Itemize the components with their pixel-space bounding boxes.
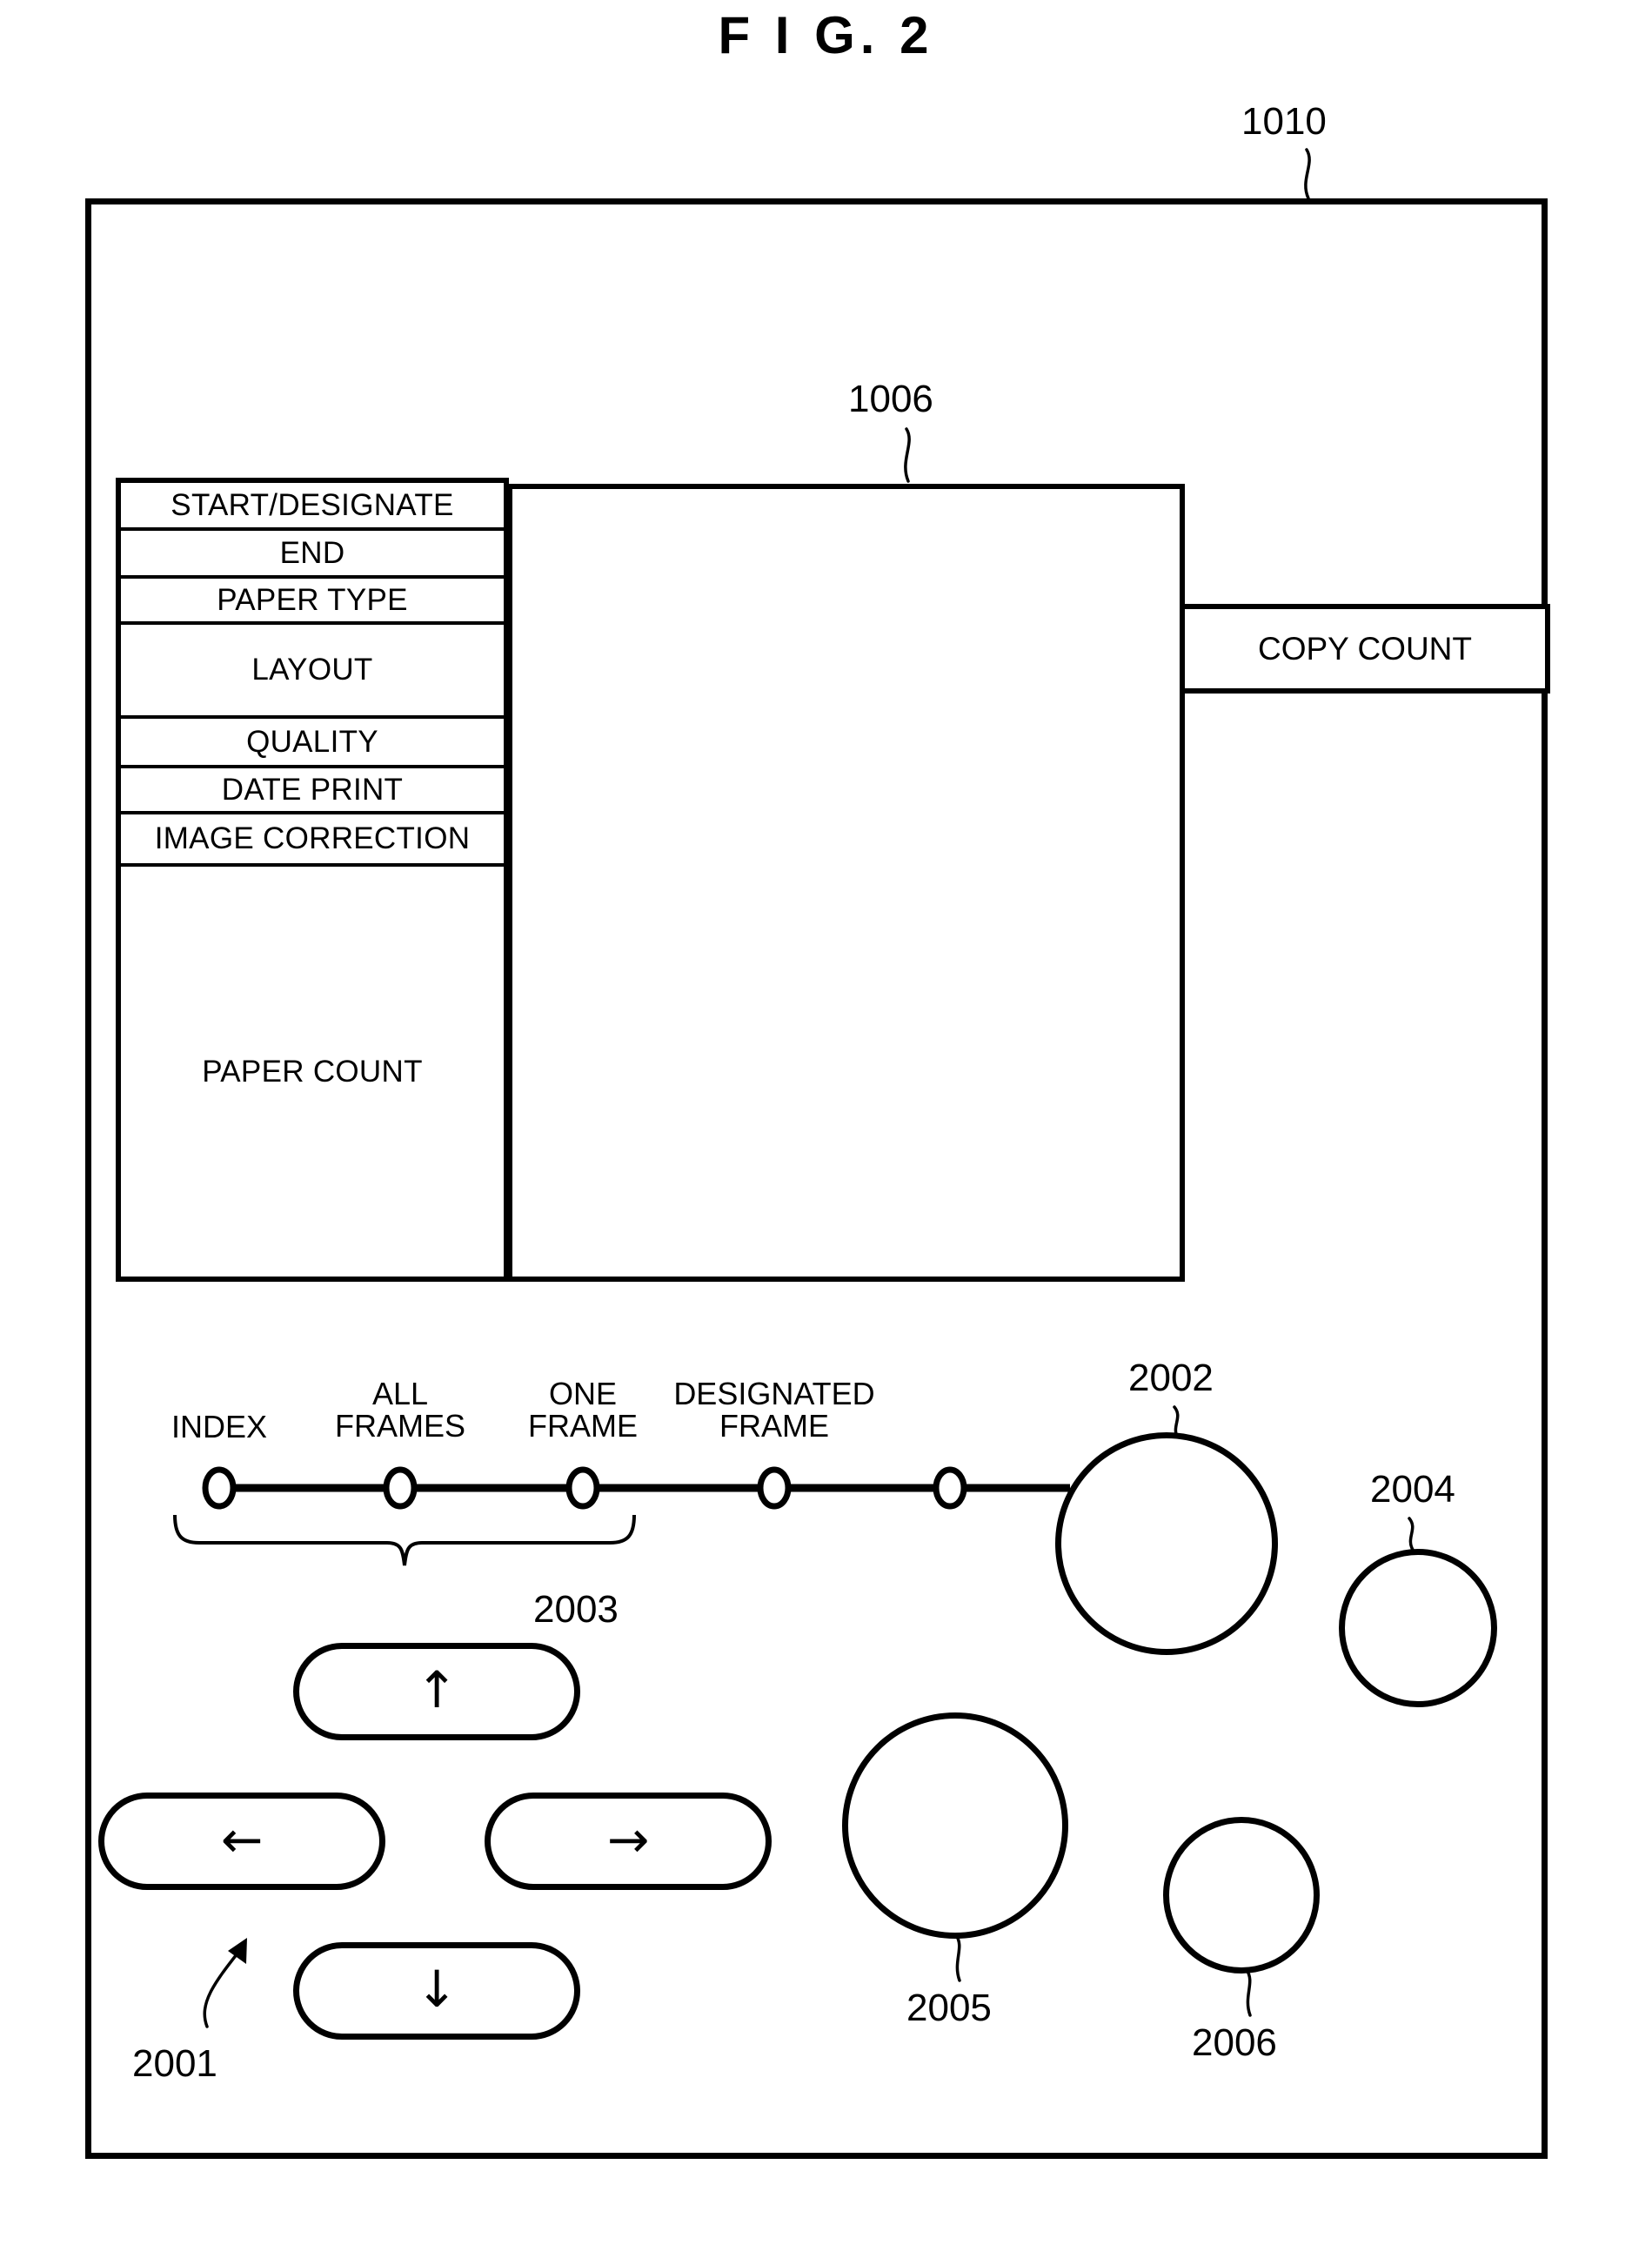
- menu-item-paper-count[interactable]: PAPER COUNT: [121, 867, 504, 1277]
- menu-item-label: END: [279, 535, 345, 570]
- menu-item-image-correction[interactable]: IMAGE CORRECTION: [121, 814, 504, 867]
- mode-selector-group[interactable]: INDEX ALL FRAMES ONE FRAME DESIGNATED FR…: [171, 1354, 1096, 1511]
- arrow-right-icon: →: [606, 1810, 650, 1869]
- copy-count-box[interactable]: COPY COUNT: [1180, 604, 1550, 694]
- reference-number-2006: 2006: [1192, 2021, 1277, 2064]
- mode-selector-track[interactable]: [174, 1354, 1096, 1511]
- reference-number-2004: 2004: [1370, 1468, 1455, 1511]
- display-panel: [507, 484, 1185, 1282]
- menu-item-date-print[interactable]: DATE PRINT: [121, 768, 504, 814]
- left-button[interactable]: ←: [98, 1793, 385, 1890]
- menu-item-paper-type[interactable]: PAPER TYPE: [121, 579, 504, 625]
- copy-count-label: COPY COUNT: [1257, 630, 1472, 667]
- reference-number-2003: 2003: [533, 1588, 619, 1631]
- menu-item-quality[interactable]: QUALITY: [121, 719, 504, 768]
- menu-item-label: PAPER TYPE: [217, 582, 408, 617]
- mode-stop-index[interactable]: [202, 1466, 237, 1510]
- round-button-2005[interactable]: [842, 1712, 1068, 1939]
- menu-item-label: START/DESIGNATE: [171, 487, 454, 522]
- mode-stop-extra[interactable]: [933, 1466, 967, 1510]
- menu-item-label: DATE PRINT: [221, 772, 404, 807]
- reference-number-2002: 2002: [1128, 1357, 1214, 1399]
- reference-number-2001: 2001: [132, 2042, 217, 2085]
- brace-2003: [173, 1514, 636, 1566]
- menu-item-label: PAPER COUNT: [202, 1054, 423, 1089]
- round-button-2004[interactable]: [1339, 1549, 1497, 1707]
- right-button[interactable]: →: [485, 1793, 772, 1890]
- figure-page: F I G. 2 1010 1006 START/DESIGNATE END P…: [0, 0, 1652, 2245]
- round-button-2006[interactable]: [1163, 1817, 1320, 1974]
- reference-number-1006: 1006: [848, 378, 933, 420]
- reference-number-1010: 1010: [1241, 100, 1327, 143]
- reference-number-2005: 2005: [906, 1987, 992, 2029]
- round-button-2002[interactable]: [1055, 1432, 1278, 1655]
- menu-item-label: LAYOUT: [251, 653, 373, 687]
- menu-item-layout[interactable]: LAYOUT: [121, 625, 504, 719]
- arrow-left-icon: ←: [220, 1810, 264, 1869]
- figure-title: F I G. 2: [718, 6, 934, 64]
- menu-item-end[interactable]: END: [121, 531, 504, 579]
- mode-stop-all-frames[interactable]: [383, 1466, 418, 1510]
- arrow-up-icon: ↑: [415, 1660, 458, 1719]
- menu-item-label: QUALITY: [246, 724, 378, 759]
- up-button[interactable]: ↑: [293, 1643, 580, 1740]
- menu-item-start-designate[interactable]: START/DESIGNATE: [121, 483, 504, 531]
- arrow-down-icon: ↓: [415, 1960, 458, 2019]
- down-button[interactable]: ↓: [293, 1942, 580, 2040]
- mode-stop-one-frame[interactable]: [565, 1466, 600, 1510]
- settings-menu-list[interactable]: START/DESIGNATE END PAPER TYPE LAYOUT QU…: [116, 478, 509, 1282]
- mode-stop-designated-frame[interactable]: [757, 1466, 792, 1510]
- menu-item-label: IMAGE CORRECTION: [154, 821, 471, 855]
